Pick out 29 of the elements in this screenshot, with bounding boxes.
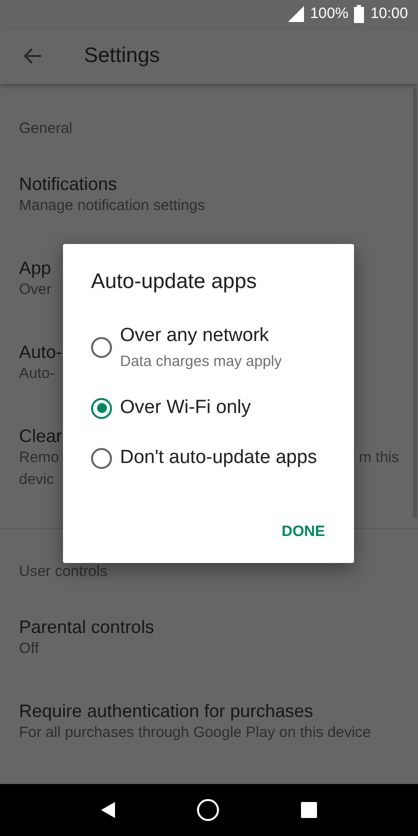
setting-subtitle: devic <box>19 470 56 490</box>
radio-button[interactable] <box>91 448 112 468</box>
option-label[interactable]: Don't auto-update apps <box>120 445 317 471</box>
setting-title[interactable]: Parental controls <box>19 616 399 638</box>
option-description: Data charges may apply <box>120 353 282 371</box>
battery-icon <box>354 4 364 23</box>
setting-subtitle: Auto- <box>19 364 55 384</box>
option-label[interactable]: Over Wi-Fi only <box>120 395 251 421</box>
radio-button[interactable] <box>91 336 112 358</box>
setting-title[interactable]: Require authentication for purchases <box>19 700 399 722</box>
option-label[interactable]: Over any network <box>120 323 282 349</box>
setting-subtitle: For all purchases through Google Play on this device <box>19 722 371 743</box>
radio-button[interactable] <box>91 398 112 418</box>
setting-subtitle: Remo <box>19 448 60 468</box>
setting-subtitle: Over <box>19 280 52 300</box>
signal-icon <box>288 6 304 22</box>
home-icon[interactable] <box>196 798 220 822</box>
dialog-title: Auto-update apps <box>91 269 258 295</box>
back-icon[interactable] <box>100 802 115 818</box>
recents-icon[interactable] <box>301 802 318 818</box>
battery-percent: 100% <box>310 5 348 22</box>
toolbar-title: Settings <box>84 44 160 68</box>
done-button[interactable]: DONE <box>274 517 333 546</box>
clock: 10:00 <box>370 5 408 22</box>
setting-subtitle: Off <box>19 638 39 659</box>
section-header: General <box>18 118 74 139</box>
back-arrow-icon[interactable] <box>22 46 42 66</box>
setting-subtitle: Manage notification settings <box>19 196 205 216</box>
setting-title[interactable]: Notifications <box>19 172 399 195</box>
